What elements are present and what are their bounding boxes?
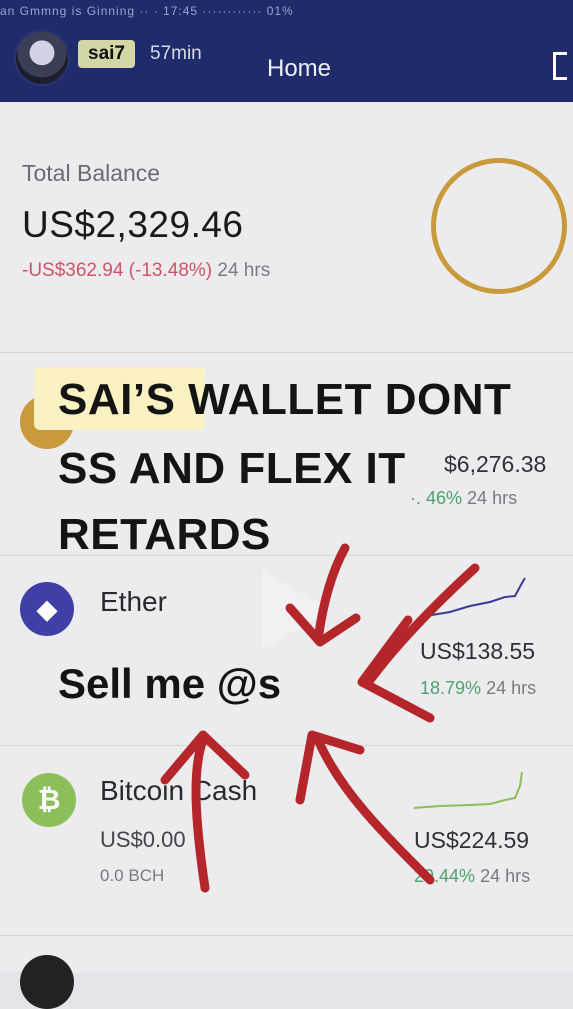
divider (0, 745, 573, 746)
coin-period: 24 hrs (480, 866, 531, 886)
coin-change-bch: 29.44% 24 hrs (414, 866, 530, 887)
overlay-line-2: SS AND FLEX IT (58, 444, 406, 493)
coin-amount-bch: US$0.00 (100, 827, 186, 852)
story-age: 57min (150, 43, 202, 64)
coin-change: ·. 46% 24 hrs (410, 488, 517, 509)
play-icon[interactable] (262, 570, 332, 650)
overlay-line-1-rest: WALLET DONT (188, 375, 512, 424)
coin-change-value: 18.79% (420, 678, 482, 698)
stellar-icon (20, 955, 74, 1009)
coin-name-bch[interactable]: Bitcoin Cash (100, 775, 257, 807)
total-balance-value: US$2,329.46 (22, 204, 244, 245)
balance-change-value: -US$362.94 (-13.48%) (22, 260, 213, 281)
balance-change: -US$362.94 (-13.48%) 24 hrs (22, 260, 270, 282)
coin-price: $6,276.38 (444, 451, 547, 477)
overlay-line-1: SAI’S WALLET DONT (58, 375, 511, 425)
coin-period: 24 hrs (486, 678, 537, 698)
overlay-highlight-word: SAI’S (58, 375, 176, 424)
divider (0, 555, 573, 556)
overlay-line-3: RETARDS (58, 510, 271, 559)
divider (0, 935, 573, 936)
ethereum-icon: ◆ (20, 582, 74, 636)
balance-period: 24 hrs (217, 260, 271, 281)
divider (0, 352, 573, 353)
coin-change-value: ·. 46% (410, 488, 463, 508)
qr-scan-icon[interactable] (553, 52, 567, 80)
page-title: Home (267, 55, 332, 82)
status-bar: an Gmmng is Ginning ·· · 17:45 ·········… (0, 4, 294, 18)
avatar[interactable] (14, 30, 70, 86)
coin-name-ether[interactable]: Ether (100, 586, 167, 618)
coin-holding-bch: 0.0 BCH (100, 866, 165, 885)
username-pill[interactable]: sai7 (78, 40, 135, 68)
app-header: an Gmmng is Ginning ·· · 17:45 ·········… (0, 0, 573, 102)
coin-period: 24 hrs (467, 488, 518, 508)
coin-change-value: 29.44% (414, 866, 476, 886)
bitcoin-icon: ₿ (22, 773, 76, 827)
coin-price-bch: US$224.59 (414, 827, 530, 853)
overlay-sell-text: Sell me @s (58, 660, 282, 707)
coin-change-ether: 18.79% 24 hrs (420, 678, 536, 699)
portfolio-ring-chart (431, 158, 567, 294)
coin-price-ether: US$138.55 (420, 638, 536, 664)
total-balance-label: Total Balance (22, 160, 161, 186)
